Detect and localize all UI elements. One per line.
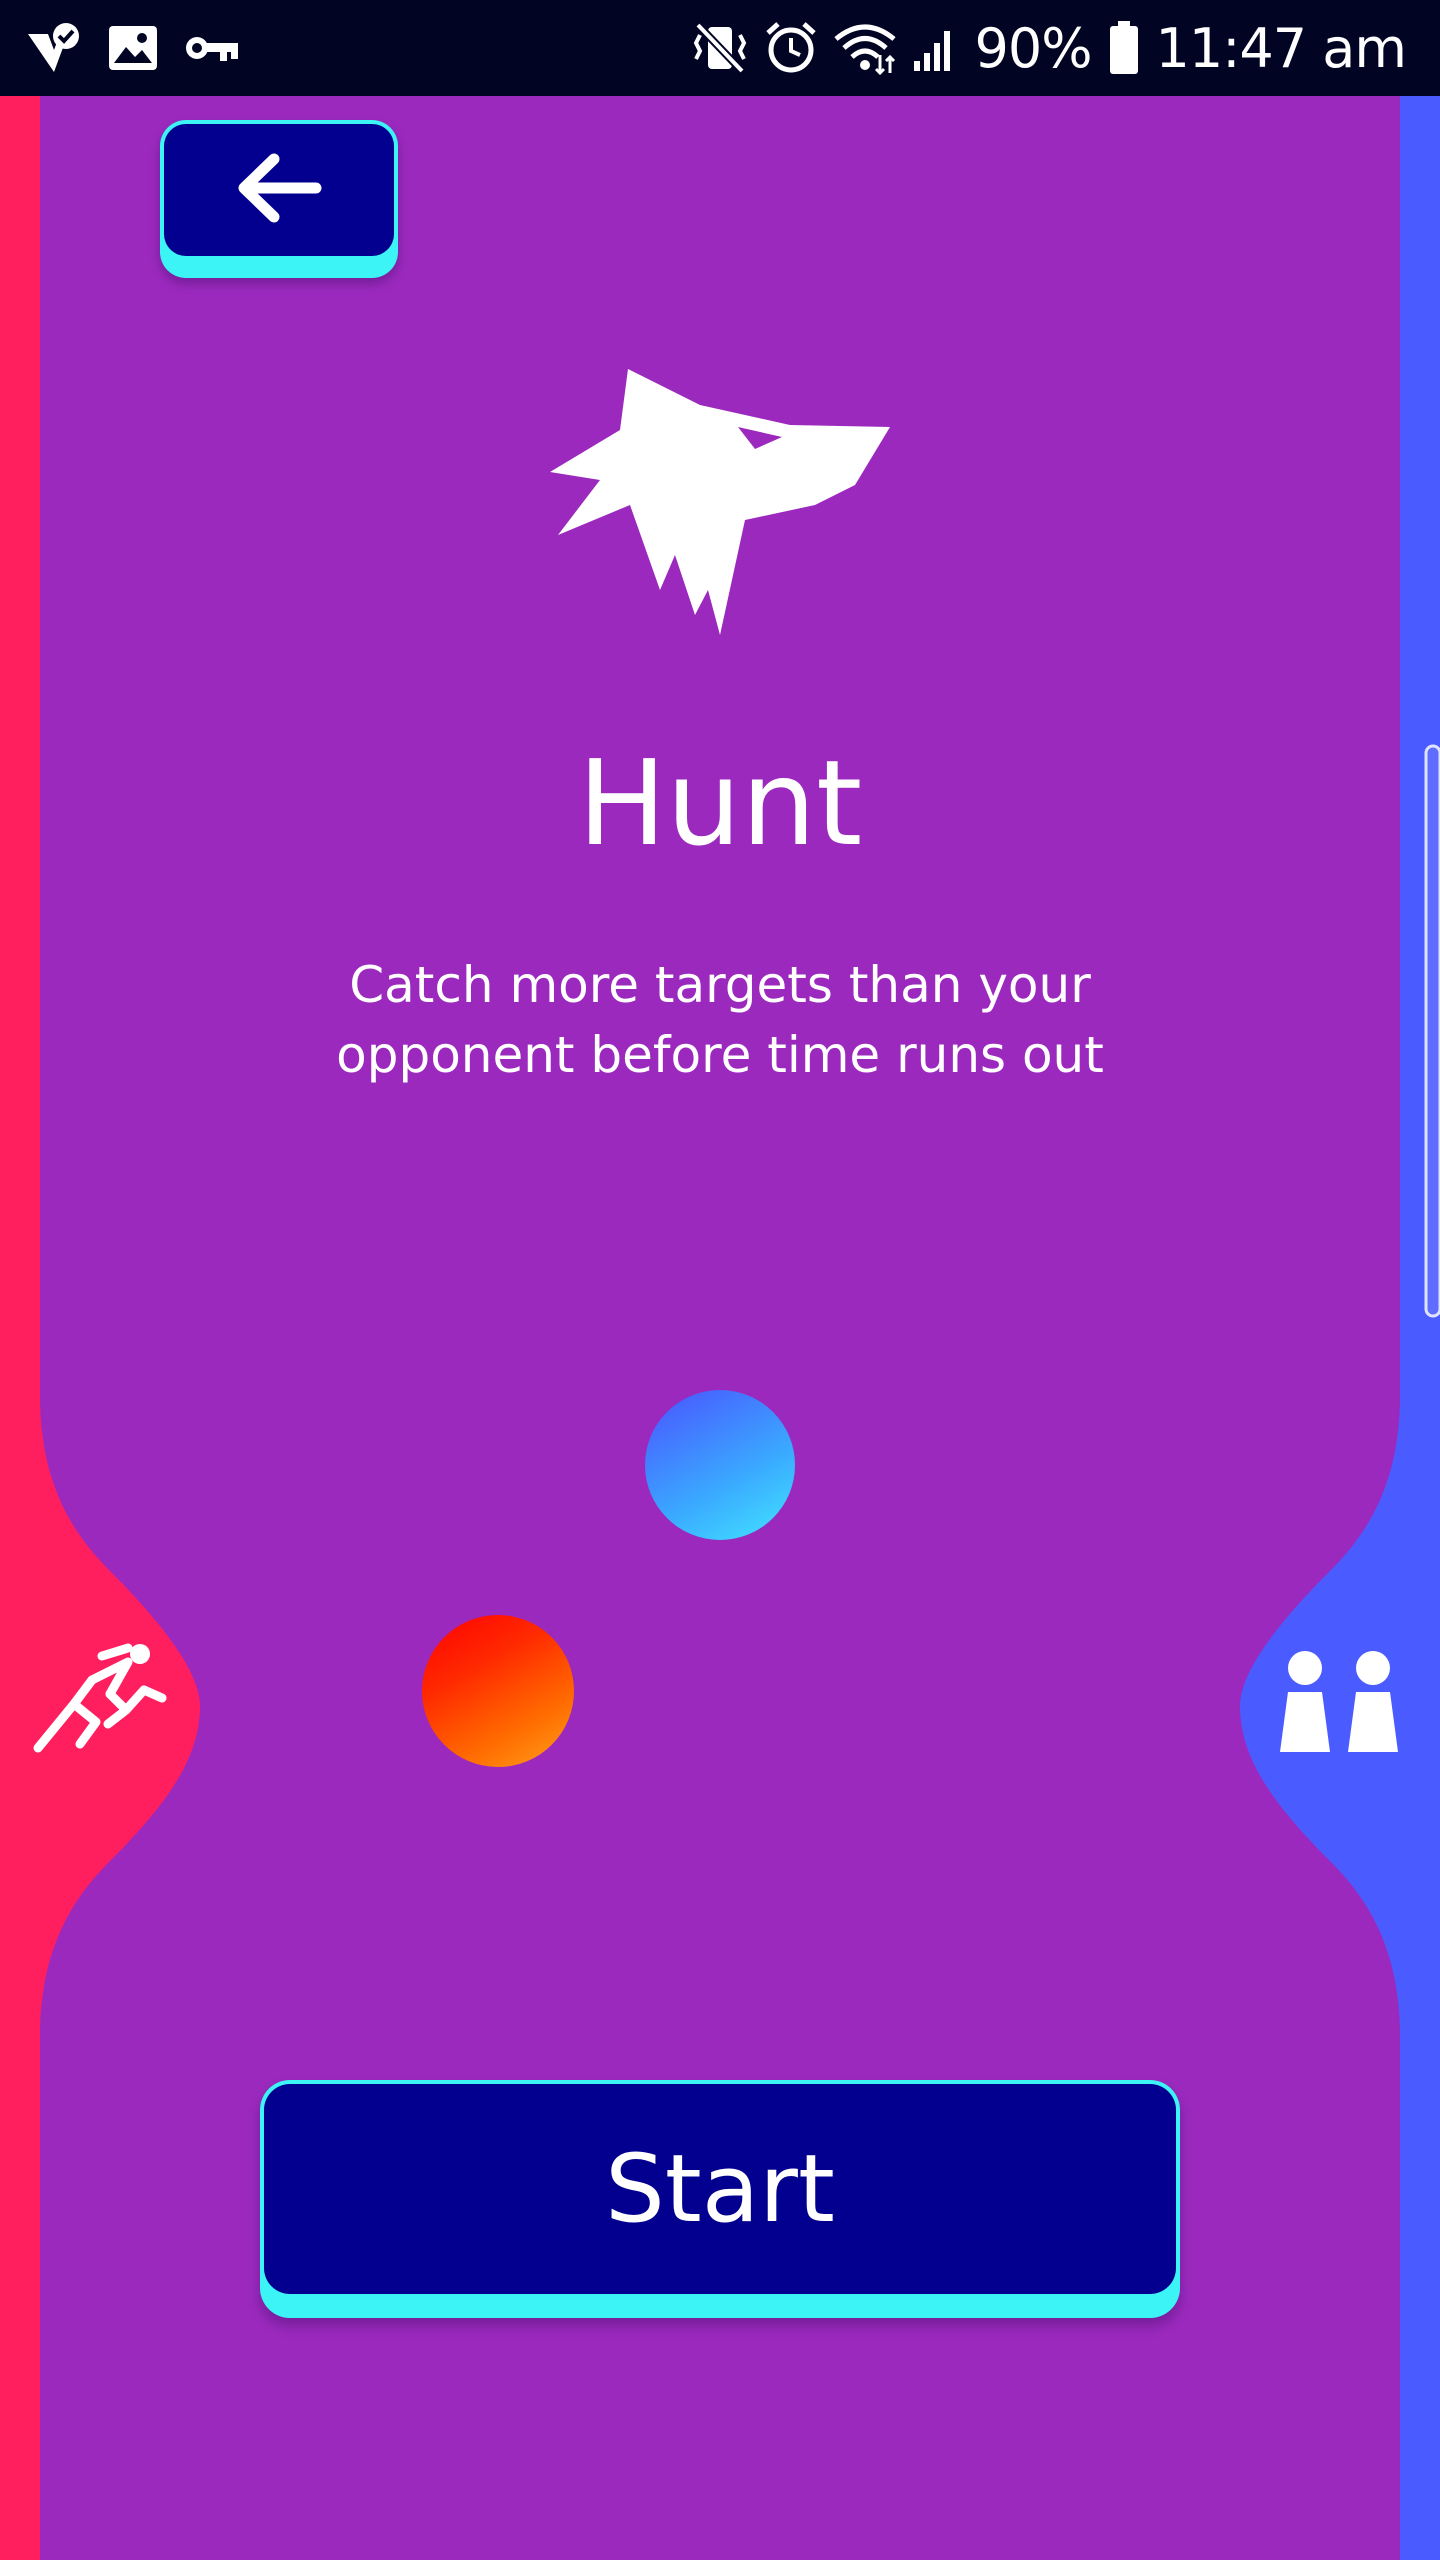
status-bar-left-icons — [24, 18, 240, 78]
arrow-left-icon — [234, 153, 324, 227]
clock: 11:47 am — [1155, 16, 1407, 80]
alarm-icon — [764, 21, 818, 75]
key-icon — [184, 33, 240, 63]
start-button-label: Start — [264, 2084, 1176, 2294]
status-bar: 90% 11:47 am — [0, 0, 1440, 96]
back-button[interactable] — [160, 120, 398, 278]
runner-icon — [30, 1640, 175, 1765]
check-badge-icon — [24, 20, 82, 76]
status-bar-right: 90% 11:47 am — [692, 14, 1407, 82]
vibrate-mute-icon — [692, 21, 748, 75]
mode-description: Catch more targets than your opponent be… — [336, 956, 1104, 1084]
left-player-panel — [0, 96, 200, 2560]
right-player-panel — [1240, 96, 1440, 2560]
wolf-icon — [550, 365, 890, 640]
battery-icon — [1108, 21, 1140, 75]
two-players-icon — [1270, 1650, 1410, 1755]
start-button[interactable]: Start — [260, 2080, 1180, 2318]
battery-percent: 90% — [974, 16, 1092, 80]
player-one-dot — [422, 1615, 574, 1767]
signal-icon — [912, 23, 958, 73]
player-two-dot — [645, 1390, 795, 1540]
back-button-face — [164, 124, 394, 256]
wifi-icon — [834, 21, 897, 75]
mode-title: Hunt — [577, 734, 863, 872]
image-icon — [108, 25, 158, 71]
